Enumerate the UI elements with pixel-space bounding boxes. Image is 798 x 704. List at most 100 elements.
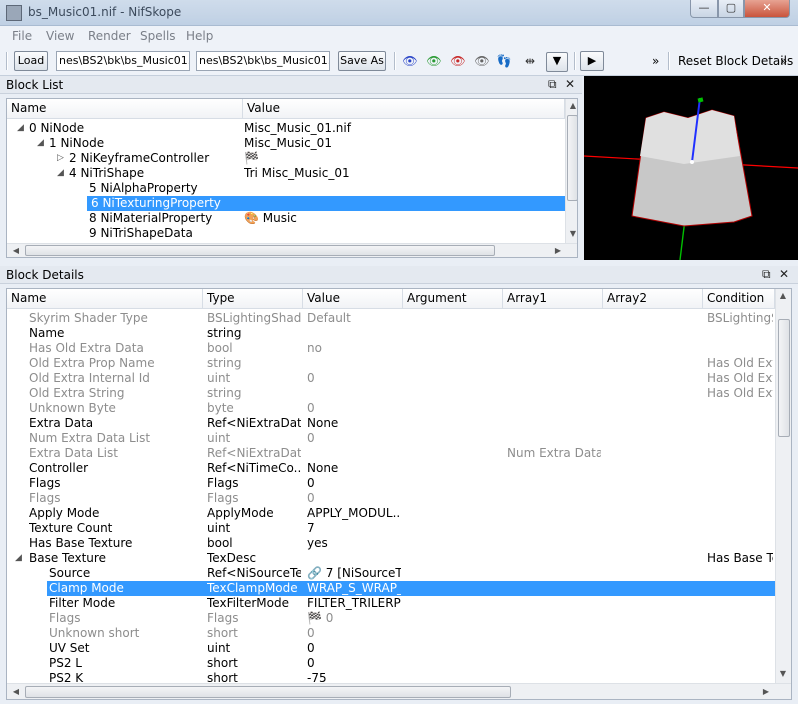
column-header-value[interactable]: Value [243,99,565,119]
view-top-eye-icon[interactable]: 👁 [402,54,418,68]
block-details-table[interactable]: Name Type Value Argument Array1 Array2 C… [6,288,792,700]
details-row[interactable]: Flags Flags 0 [7,491,775,506]
tree-row[interactable]: ▷ 2 NiKeyframeController 🏁 [7,151,565,166]
float-icon[interactable]: ⧉ [548,77,557,92]
menu-file[interactable]: File [12,29,32,43]
collapse-arrow-icon[interactable]: ◢ [17,121,24,136]
expand-arrow-icon[interactable]: ▷ [57,151,64,166]
menu-render[interactable]: Render [88,29,131,43]
column-header-argument[interactable]: Argument [403,289,503,309]
collapse-arrow-icon[interactable]: ◢ [57,166,64,181]
details-row[interactable]: Unknown Byte byte 0 [7,401,775,416]
scroll-down-arrow[interactable]: ▼ [566,229,577,238]
column-header-value[interactable]: Value [303,289,403,309]
column-header-array1[interactable]: Array1 [503,289,603,309]
save-path-input[interactable]: nes\BS2\bk\bs_Music01.nif [196,51,330,71]
scroll-thumb[interactable] [778,319,790,437]
details-row[interactable]: Flags Flags 🏁 0 [7,611,775,626]
scroll-up-arrow[interactable]: ▲ [566,101,577,110]
tree-row[interactable]: 8 NiMaterialProperty 🎨 Music [7,211,565,226]
float-icon[interactable]: ⧉ [762,267,771,282]
toolbar-separator [394,52,396,70]
column-header-type[interactable]: Type [203,289,303,309]
details-row[interactable]: Num Extra Data List uint 0 [7,431,775,446]
view-front-eye-icon[interactable]: 👁 [426,54,442,68]
vertical-scrollbar[interactable]: ▲ ▼ [775,289,791,683]
horizontal-scrollbar[interactable]: ◀ ▶ [7,243,577,257]
details-row[interactable]: Name string [7,326,775,341]
details-row[interactable]: Filter Mode TexFilterMode FILTER_TRILERP [7,596,775,611]
toolbar-overflow-2[interactable]: » [780,54,787,68]
close-panel-icon[interactable]: ✕ [565,77,575,91]
close-panel-icon[interactable]: ✕ [779,267,789,281]
detail-name: Texture Count [29,521,113,535]
app-icon [6,5,22,21]
scroll-right-arrow[interactable]: ▶ [551,246,565,255]
details-row[interactable]: ◢ Base Texture TexDesc Has Base Text [7,551,775,566]
minimize-button[interactable]: — [690,0,718,18]
scroll-left-arrow[interactable]: ◀ [9,687,23,696]
details-row[interactable]: Old Extra Prop Name string Has Old Extra [7,356,775,371]
details-row[interactable]: Has Old Extra Data bool no [7,341,775,356]
column-header-name[interactable]: Name [7,289,203,309]
details-row[interactable]: Flags Flags 0 [7,476,775,491]
toolbar-overflow-1[interactable]: » [652,54,659,68]
details-row[interactable]: Extra Data List Ref<NiExtraData> Num Extra… [7,446,775,461]
maximize-button[interactable]: ▢ [718,0,744,18]
menu-spells[interactable]: Spells [140,29,176,43]
render-viewport[interactable] [583,76,798,261]
toolbar-grip[interactable] [6,52,8,70]
details-row[interactable]: Old Extra String string Has Old Extra [7,386,775,401]
tree-row[interactable]: 9 NiTriShapeData [7,226,565,241]
column-header-condition[interactable]: Condition [703,289,775,309]
scroll-down-arrow[interactable]: ▼ [776,669,790,678]
details-row[interactable]: Apply Mode ApplyMode APPLY_MODUL... [7,506,775,521]
close-button[interactable]: ✕ [744,0,790,18]
scroll-up-arrow[interactable]: ▲ [776,291,790,300]
detail-condition: Has Base Text [707,551,773,565]
view-user-eye-icon[interactable]: 👁 [474,54,490,68]
scroll-thumb-h[interactable] [25,686,511,698]
details-row[interactable]: Controller Ref<NiTimeCo... None [7,461,775,476]
menu-help[interactable]: Help [186,29,213,43]
block-list-tree[interactable]: Name Value ◢ 0 NiNode Misc_Music_01.nif ◢ 1 … [6,98,578,258]
details-row[interactable]: Unknown short short 0 [7,626,775,641]
detail-value: 0 [307,641,315,655]
details-row[interactable]: Extra Data Ref<NiExtraData> None [7,416,775,431]
scroll-left-arrow[interactable]: ◀ [9,246,23,255]
details-row[interactable]: Source Ref<NiSourceTe... 🔗 7 [NiSourceT... [7,566,775,581]
scroll-thumb-h[interactable] [25,245,495,256]
walk-footprints-icon[interactable]: 👣 [496,54,512,68]
load-button[interactable]: Load [14,51,48,71]
tree-row[interactable]: ◢ 4 NiTriShape Tri Misc_Music_01 [7,166,565,181]
save-as-button[interactable]: Save As [338,51,386,71]
collapse-arrow-icon[interactable]: ◢ [15,551,22,566]
vertical-scrollbar[interactable]: ▲ ▼ [565,99,577,243]
play-button[interactable]: ▶ [580,51,604,71]
tree-row[interactable]: ◢ 0 NiNode Misc_Music_01.nif [7,121,565,136]
scroll-right-arrow[interactable]: ▶ [759,687,773,696]
view-side-eye-icon[interactable]: 👁 [450,54,466,68]
details-row[interactable]: Has Base Texture bool yes [7,536,775,551]
details-row[interactable]: PS2 L short 0 [7,656,775,671]
menu-view[interactable]: View [46,29,74,43]
details-row[interactable]: Skyrim Shader Type BSLightingShad... Defau… [7,311,775,326]
details-row[interactable]: Old Extra Internal Id uint 0 Has Old Extra [7,371,775,386]
view-menu-dropdown[interactable]: ▼ [546,52,568,72]
expand-arrow-icon[interactable]: ▷ [77,196,84,211]
tree-row[interactable]: 5 NiAlphaProperty [7,181,565,196]
tree-row[interactable]: ▷ 6 NiTexturingProperty [7,196,565,211]
tree-row[interactable]: ◢ 1 NiNode Misc_Music_01 [7,136,565,151]
details-row[interactable]: Clamp Mode TexClampMode WRAP_S_WRAP_T [47,581,775,596]
flip-view-icon[interactable]: ⇹ [522,54,538,68]
details-row[interactable]: UV Set uint 0 [7,641,775,656]
scroll-thumb[interactable] [567,115,577,201]
reset-block-details-button[interactable]: Reset Block Details [678,54,793,68]
window-title: bs_Music01.nif - NifSkope [28,5,182,19]
details-row[interactable]: Texture Count uint 7 [7,521,775,536]
load-path-input[interactable]: nes\BS2\bk\bs_Music01.nif [56,51,190,71]
horizontal-scrollbar[interactable]: ◀ ▶ [7,683,791,699]
collapse-arrow-icon[interactable]: ◢ [37,136,44,151]
column-header-name[interactable]: Name [7,99,243,119]
column-header-array2[interactable]: Array2 [603,289,703,309]
